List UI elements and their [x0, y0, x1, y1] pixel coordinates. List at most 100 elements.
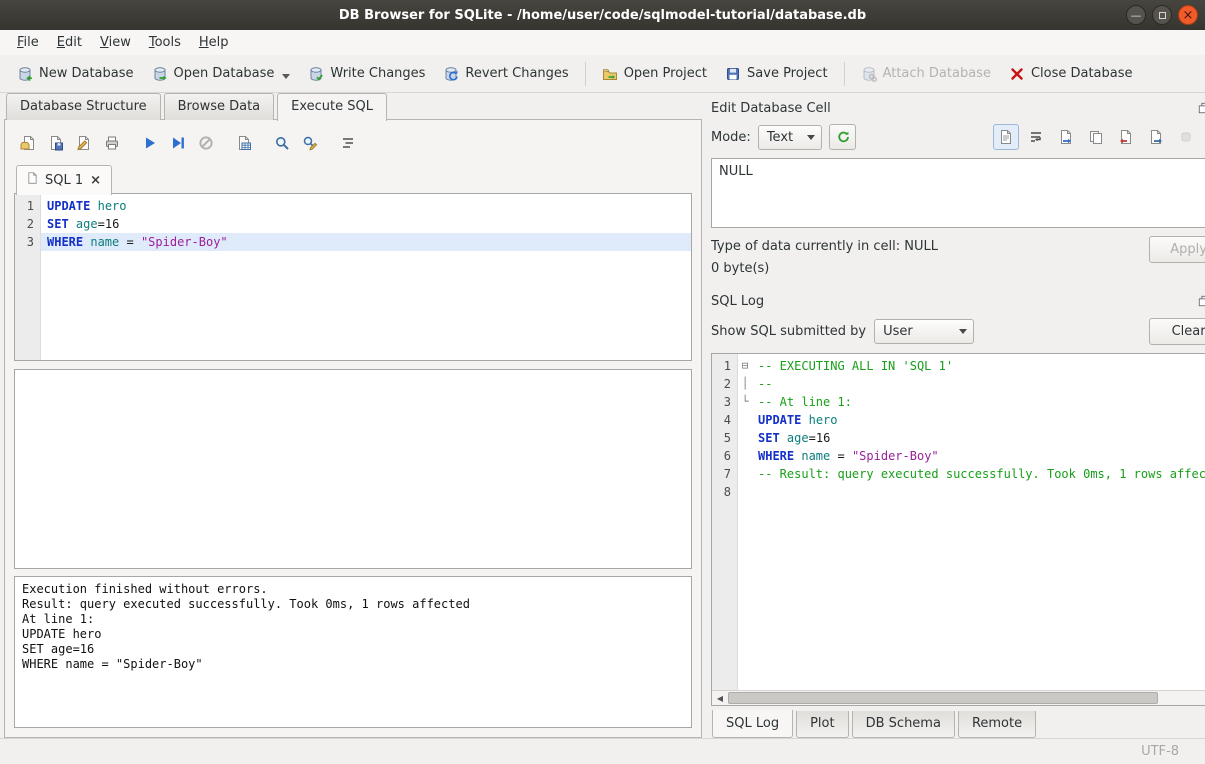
encoding-indicator: UTF-8 — [1141, 744, 1179, 759]
log-code: -- EXECUTING ALL IN 'SQL 1'---- At line … — [752, 354, 1205, 690]
import-cell-icon[interactable] — [1113, 124, 1139, 150]
export-csv-icon[interactable] — [230, 129, 258, 157]
cell-info-row: Type of data currently in cell: NULL 0 b… — [711, 236, 1205, 280]
log-filter-label: Show SQL submitted by — [711, 324, 866, 339]
open-database-dropdown-icon[interactable] — [282, 74, 290, 79]
execute-current-line-icon[interactable] — [164, 129, 192, 157]
open-sql-file-icon[interactable] — [14, 129, 42, 157]
save-project-button[interactable]: Save Project — [716, 60, 837, 88]
write-changes-button[interactable]: Write Changes — [299, 60, 434, 88]
menu-edit[interactable]: Edit — [48, 32, 91, 53]
save-project-icon — [725, 66, 741, 82]
menu-help[interactable]: Help — [190, 32, 238, 53]
cell-editor[interactable]: NULL — [711, 158, 1205, 228]
fold-margin[interactable]: ⊟│└ — [738, 354, 752, 690]
open-project-icon — [602, 66, 618, 82]
toolbar-separator — [585, 62, 586, 86]
execution-message-log[interactable]: Execution finished without errors. Resul… — [14, 576, 692, 728]
new-database-button[interactable]: New Database — [8, 60, 143, 88]
log-horizontal-scrollbar[interactable]: ◀ ▶ — [712, 690, 1205, 705]
sql-editor[interactable]: 123 UPDATE heroSET age=16WHERE name = "S… — [14, 193, 692, 361]
bottom-tab-bar: SQL Log Plot DB Schema Remote — [711, 711, 1205, 738]
statusbar: UTF-8 — [0, 738, 1205, 764]
bottom-tab-remote[interactable]: Remote — [958, 711, 1036, 738]
new-database-icon — [17, 66, 33, 82]
revert-changes-icon — [443, 66, 459, 82]
sql-log-view[interactable]: 12345678 ⊟│└ -- EXECUTING ALL IN 'SQL 1'… — [711, 353, 1205, 706]
close-database-icon — [1009, 66, 1025, 82]
open-in-editor-icon[interactable] — [1053, 124, 1079, 150]
export-cell-icon[interactable] — [1143, 124, 1169, 150]
edit-cell-title: Edit Database Cell — [711, 101, 1198, 116]
tab-database-structure[interactable]: Database Structure — [6, 93, 161, 120]
scroll-left-icon[interactable]: ◀ — [712, 691, 728, 705]
mode-label: Mode: — [711, 130, 751, 145]
float-panel-icon[interactable] — [1198, 102, 1205, 115]
close-button[interactable]: × — [1178, 5, 1198, 25]
sql-document-tab-bar: SQL 1 × — [14, 165, 692, 194]
find-replace-icon[interactable] — [296, 129, 324, 157]
edit-cell-toolbar: Mode: Text — [711, 124, 1205, 150]
log-line-numbers: 12345678 — [712, 354, 738, 690]
print-icon[interactable] — [98, 129, 126, 157]
sql-log-dock-title: SQL Log × — [711, 290, 1205, 312]
revert-changes-button[interactable]: Revert Changes — [434, 60, 577, 88]
sql-document-tab[interactable]: SQL 1 × — [16, 165, 112, 195]
find-icon[interactable] — [268, 129, 296, 157]
bottom-tab-db-schema[interactable]: DB Schema — [852, 711, 955, 738]
clear-log-button[interactable]: Clear — [1149, 318, 1205, 345]
sql-log-title: SQL Log — [711, 294, 1198, 309]
editor-code[interactable]: UPDATE heroSET age=16WHERE name = "Spide… — [41, 194, 691, 360]
chevron-down-icon — [959, 329, 967, 334]
cell-value: NULL — [719, 164, 753, 179]
save-sql-file-icon[interactable] — [42, 129, 70, 157]
scrollbar-thumb[interactable] — [728, 692, 1158, 704]
float-panel-icon[interactable] — [1198, 295, 1205, 308]
cell-type-text: Type of data currently in cell: NULL — [711, 236, 1149, 258]
tab-execute-sql[interactable]: Execute SQL — [277, 93, 387, 121]
window-title: DB Browser for SQLite - /home/user/code/… — [339, 8, 866, 23]
menu-file[interactable]: File — [8, 32, 48, 53]
write-changes-icon — [308, 66, 324, 82]
minimize-button[interactable]: — — [1126, 5, 1146, 25]
cell-size-text: 0 byte(s) — [711, 258, 1149, 280]
execute-all-icon[interactable] — [136, 129, 164, 157]
open-project-button[interactable]: Open Project — [593, 60, 716, 88]
menubar: File Edit View Tools Help — [0, 30, 1205, 55]
main-area: Database Structure Browse Data Execute S… — [0, 93, 1205, 738]
edit-cell-dock-title: Edit Database Cell × — [711, 97, 1205, 119]
sql-document-tab-label: SQL 1 — [45, 173, 83, 188]
attach-database-icon — [861, 66, 877, 82]
editor-line-numbers: 123 — [15, 194, 41, 360]
bottom-tab-plot[interactable]: Plot — [796, 711, 849, 738]
execute-sql-panel: SQL 1 × 123 UPDATE heroSET age=16WHERE n… — [4, 119, 702, 738]
bottom-tab-sql-log[interactable]: SQL Log — [712, 710, 793, 738]
format-sql-icon[interactable] — [334, 129, 362, 157]
tab-browse-data[interactable]: Browse Data — [164, 93, 275, 120]
open-database-button[interactable]: Open Database — [143, 60, 300, 88]
log-filter-value: User — [883, 324, 959, 339]
sql-document-icon — [26, 171, 39, 189]
copy-cell-icon[interactable] — [1083, 124, 1109, 150]
close-sql-tab-icon[interactable]: × — [89, 173, 102, 188]
menu-view[interactable]: View — [91, 32, 140, 53]
main-toolbar: New Database Open Database Write Changes… — [0, 55, 1205, 93]
mode-select[interactable]: Text — [758, 125, 822, 150]
close-database-button[interactable]: Close Database — [1000, 60, 1142, 88]
auto-detect-mode-button[interactable] — [829, 124, 856, 150]
results-grid[interactable] — [14, 369, 692, 569]
maximize-button[interactable] — [1152, 5, 1172, 25]
main-tabs-panel: Database Structure Browse Data Execute S… — [0, 93, 704, 738]
apply-button: Apply — [1149, 236, 1205, 263]
attach-database-button: Attach Database — [852, 60, 1000, 88]
save-sql-file-as-icon[interactable] — [70, 129, 98, 157]
menu-tools[interactable]: Tools — [140, 32, 190, 53]
window-controls: — × — [1126, 5, 1198, 25]
main-tab-bar: Database Structure Browse Data Execute S… — [4, 93, 702, 120]
log-filter-select[interactable]: User — [874, 319, 974, 344]
text-mode-icon[interactable] — [993, 124, 1019, 150]
execute-sql-toolbar — [14, 127, 692, 159]
toolbar-separator — [844, 62, 845, 86]
chevron-down-icon — [807, 135, 815, 140]
word-wrap-icon[interactable] — [1023, 124, 1049, 150]
